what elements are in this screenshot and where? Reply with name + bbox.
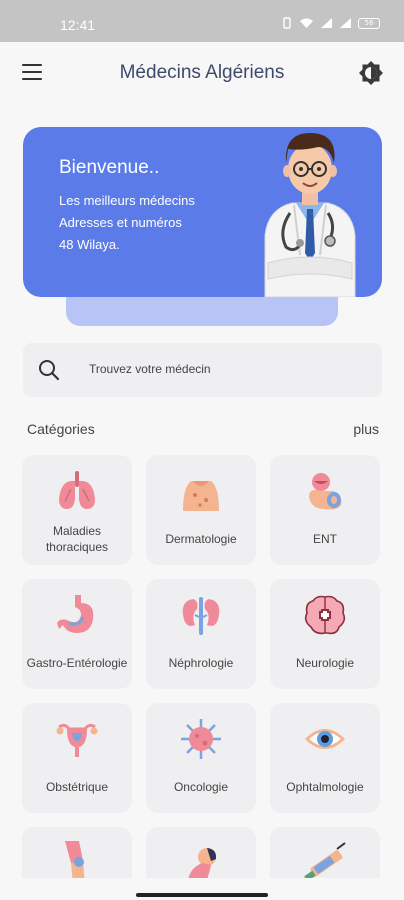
signal-icon [320, 14, 333, 33]
category-maladies-thoraciques[interactable]: Maladies thoraciques [22, 455, 132, 565]
category-label: Néphrologie [168, 656, 234, 670]
category-oncologie[interactable]: Oncologie [146, 703, 256, 813]
category-item-11[interactable] [146, 827, 256, 878]
banner-title: Bienvenue.. [59, 157, 160, 178]
syringe-icon [304, 842, 346, 878]
category-dermatologie[interactable]: Dermatologie [146, 455, 256, 565]
category-label: Neurologie [295, 656, 355, 670]
banner-line-2: Adresses et numéros [59, 215, 182, 230]
eye-icon [305, 729, 345, 749]
search-placeholder: Trouvez votre médecin [89, 362, 211, 376]
category-item-10[interactable] [22, 827, 132, 878]
search-icon [39, 360, 60, 381]
banner-line-1: Les meilleurs médecins [59, 193, 195, 208]
category-label: Oncologie [173, 780, 229, 794]
neck-icon [188, 848, 217, 878]
category-item-12[interactable] [270, 827, 380, 878]
category-neurologie[interactable]: Neurologie [270, 579, 380, 689]
battery-icon: 56 [358, 18, 380, 29]
lungs-icon [59, 471, 95, 509]
status-bar: 12:41 56 [0, 0, 404, 42]
category-label: Obstétrique [45, 780, 109, 794]
category-ophtalmologie[interactable]: Ophtalmologie [270, 703, 380, 813]
categories-grid: Maladies thoraciques Dermatologie ENT Ga… [22, 455, 384, 878]
category-label: ENT [313, 532, 337, 546]
skin-icon [183, 481, 219, 511]
category-ent[interactable]: ENT [270, 455, 380, 565]
signal-icon-2 [339, 14, 352, 33]
search-bar[interactable]: Trouvez votre médecin [23, 343, 382, 397]
category-obstetrique[interactable]: Obstétrique [22, 703, 132, 813]
categories-title: Catégories [27, 421, 95, 437]
stomach-icon [57, 595, 94, 633]
status-time: 12:41 [60, 17, 96, 33]
app-bar: Médecins Algériens [0, 42, 404, 106]
theme-toggle-icon[interactable] [358, 60, 384, 86]
ent-icon [309, 473, 342, 510]
status-icons: 56 [281, 14, 380, 33]
app-title: Médecins Algériens [119, 62, 285, 83]
category-label: Gastro-Entérologie [26, 656, 128, 670]
doctor-illustration [264, 133, 356, 297]
uterus-icon [56, 723, 98, 757]
banner-line-3: 48 Wilaya. [59, 237, 120, 252]
knee-icon [65, 841, 85, 878]
category-nephrologie[interactable]: Néphrologie [146, 579, 256, 689]
brain-icon [304, 595, 346, 635]
kidneys-icon [182, 597, 220, 635]
category-gastro-enterologie[interactable]: Gastro-Entérologie [22, 579, 132, 689]
more-link[interactable]: plus [353, 421, 379, 437]
category-label: Ophtalmologie [286, 780, 364, 794]
vibrate-icon [281, 14, 293, 33]
welcome-banner: Bienvenue.. Les meilleurs médecins Adres… [23, 127, 382, 297]
category-label: Maladies thoraciques [45, 524, 109, 554]
category-label: Dermatologie [165, 532, 237, 546]
home-indicator[interactable] [136, 893, 268, 897]
wifi-icon [299, 14, 314, 33]
cancer-cell-icon [181, 719, 221, 759]
